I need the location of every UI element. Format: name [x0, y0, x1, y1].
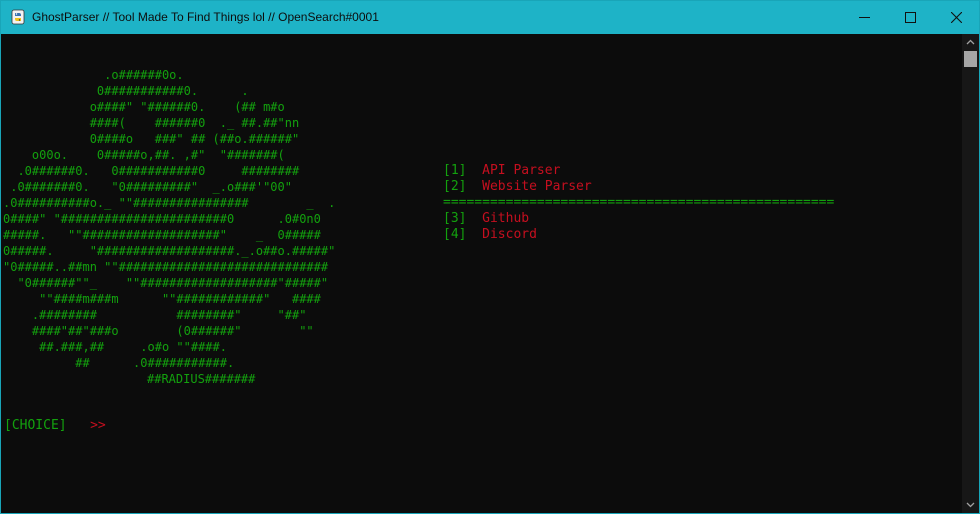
scroll-thumb[interactable]: [964, 51, 977, 67]
console-window: GhostParser // Tool Made To Find Things …: [0, 0, 980, 514]
window-title: GhostParser // Tool Made To Find Things …: [32, 10, 379, 24]
scroll-up-icon[interactable]: [962, 34, 979, 51]
title-bar[interactable]: GhostParser // Tool Made To Find Things …: [1, 1, 979, 34]
console-output[interactable]: .o######0o. 0###########0. . o####" "###…: [1, 34, 962, 513]
close-button[interactable]: [933, 1, 979, 34]
ascii-signature: ##RADIUS#######: [147, 372, 256, 386]
python-app-icon: [11, 9, 25, 25]
scroll-down-icon[interactable]: [962, 496, 979, 513]
prompt-arrow: >>: [90, 418, 106, 433]
minimize-button[interactable]: [841, 1, 887, 34]
menu-item-github: [3] Github: [443, 211, 834, 227]
menu-number: [1]: [443, 163, 467, 178]
menu-label: Website Parser: [482, 179, 592, 194]
choice-label: [CHOICE]: [4, 418, 67, 433]
menu-label: Discord: [482, 227, 537, 242]
menu-separator: ========================================…: [443, 195, 835, 210]
menu-item-discord: [4] Discord: [443, 227, 834, 243]
vertical-scrollbar[interactable]: [962, 34, 979, 513]
menu-item-website-parser: [2] Website Parser: [443, 179, 834, 195]
menu-number: [2]: [443, 179, 467, 194]
menu-label: Github: [482, 211, 530, 226]
main-menu: [1] API Parser [2] Website Parser ======…: [443, 163, 834, 243]
minimize-icon: [859, 17, 870, 18]
maximize-icon: [905, 12, 916, 23]
choice-prompt[interactable]: [CHOICE] >>: [4, 418, 106, 434]
menu-label: API Parser: [482, 163, 561, 178]
maximize-button[interactable]: [887, 1, 933, 34]
menu-number: [3]: [443, 211, 467, 226]
menu-number: [4]: [443, 227, 467, 242]
close-icon: [951, 12, 962, 23]
ghost-ascii-art: .o######0o. 0###########0. . o####" "###…: [3, 68, 336, 370]
menu-item-api-parser: [1] API Parser: [443, 163, 834, 179]
